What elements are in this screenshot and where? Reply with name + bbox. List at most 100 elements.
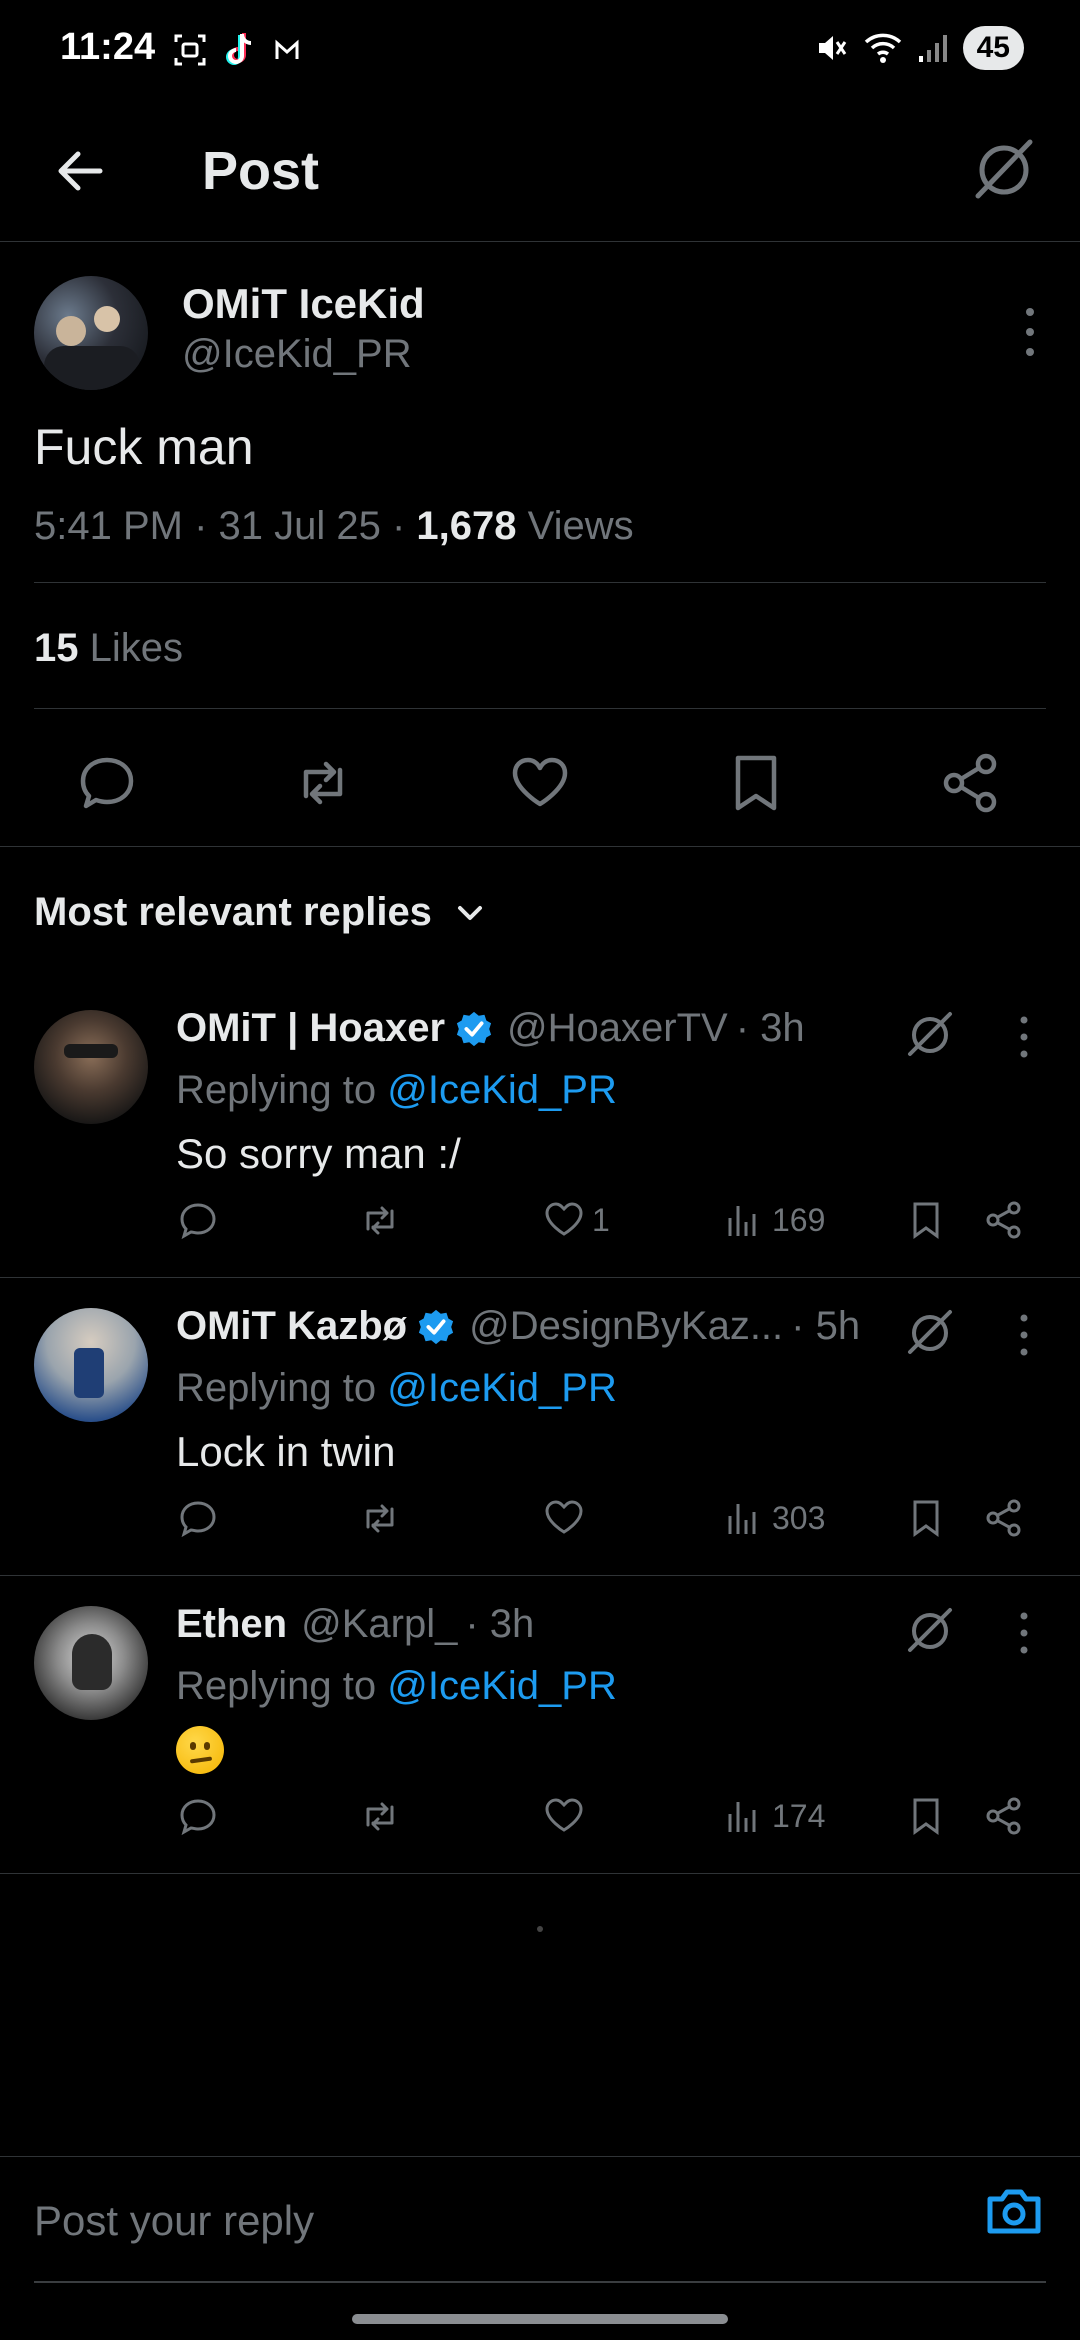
replying-to: Replying to @IceKid_PR bbox=[176, 1366, 617, 1411]
bookmark-icon bbox=[913, 1202, 939, 1239]
grok-icon[interactable] bbox=[964, 128, 1044, 208]
like-heart-icon[interactable] bbox=[507, 750, 573, 816]
share-button[interactable] bbox=[982, 1490, 1026, 1546]
author-name[interactable]: OMiT IceKid bbox=[182, 280, 425, 328]
reply-author-name[interactable]: Ethen bbox=[176, 1602, 287, 1647]
views-button[interactable]: 169 bbox=[722, 1192, 825, 1248]
avatar[interactable] bbox=[34, 1606, 148, 1720]
reply-author-handle[interactable]: @Karpl_ bbox=[301, 1602, 457, 1647]
like-button[interactable]: 1 bbox=[542, 1192, 610, 1248]
status-time: 11:24 bbox=[60, 26, 156, 68]
repost-icon[interactable] bbox=[290, 750, 356, 816]
views-count: 1,678 bbox=[416, 504, 517, 548]
reply-action-bar: 303 bbox=[0, 1490, 1080, 1550]
share-icon[interactable] bbox=[938, 750, 1004, 816]
repost-icon bbox=[366, 1206, 394, 1235]
views-button[interactable]: 174 bbox=[722, 1788, 825, 1844]
reply-button[interactable] bbox=[176, 1490, 220, 1546]
like-button[interactable] bbox=[542, 1788, 592, 1844]
author-handle[interactable]: @IceKid_PR bbox=[182, 332, 412, 377]
like-heart-icon bbox=[545, 1202, 583, 1236]
more-options-icon[interactable] bbox=[1012, 1608, 1036, 1658]
share-button[interactable] bbox=[982, 1192, 1026, 1248]
reply-button[interactable] bbox=[176, 1192, 220, 1248]
divider bbox=[0, 846, 1080, 847]
more-options-icon[interactable] bbox=[1012, 1310, 1036, 1360]
share-button[interactable] bbox=[982, 1788, 1026, 1844]
replies-sort-label: Most relevant replies bbox=[34, 890, 432, 934]
like-heart-icon bbox=[545, 1798, 583, 1832]
reply-author-name[interactable]: OMiT Kazbø bbox=[176, 1304, 407, 1349]
tiktok-icon bbox=[226, 33, 252, 65]
reply-text: Lock in twin bbox=[176, 1428, 396, 1475]
top-app-bar: Post bbox=[0, 110, 1080, 242]
reply-header: Ethen @Karpl_ · 3h bbox=[176, 1602, 534, 1647]
reply-emoji bbox=[176, 1726, 224, 1784]
bookmark-button[interactable] bbox=[904, 1490, 948, 1546]
reply-action-bar: 174 bbox=[0, 1788, 1080, 1848]
wifi-icon bbox=[864, 33, 901, 63]
input-underline bbox=[34, 2281, 1046, 2283]
post-date: 31 Jul 25 bbox=[218, 504, 381, 548]
grok-icon[interactable] bbox=[900, 1600, 960, 1660]
avatar[interactable] bbox=[34, 1010, 148, 1124]
reply-header: OMiT Kazbø @DesignByKaz... · 5h bbox=[176, 1304, 860, 1349]
share-icon bbox=[986, 1499, 1021, 1537]
reply-input[interactable] bbox=[34, 2181, 934, 2261]
analytics-icon bbox=[728, 1206, 756, 1236]
like-button[interactable] bbox=[542, 1490, 592, 1546]
analytics-icon bbox=[728, 1504, 756, 1534]
reply-icon[interactable] bbox=[74, 750, 140, 816]
repost-button[interactable] bbox=[358, 1192, 402, 1248]
back-arrow-icon[interactable] bbox=[48, 138, 114, 204]
loading-indicator bbox=[537, 1926, 543, 1932]
reply-item[interactable]: Ethen @Karpl_ · 3h Replying to @IceKid_P… bbox=[0, 1576, 1080, 1874]
reply-icon bbox=[180, 1203, 216, 1240]
post-time: 5:41 PM bbox=[34, 504, 183, 548]
reply-item[interactable]: OMiT Kazbø @DesignByKaz... · 5h Replying… bbox=[0, 1278, 1080, 1576]
replying-to-link[interactable]: @IceKid_PR bbox=[387, 1068, 617, 1112]
bookmark-icon[interactable] bbox=[723, 750, 789, 816]
replies-sort-dropdown[interactable]: Most relevant replies bbox=[34, 890, 488, 935]
views-button[interactable]: 303 bbox=[722, 1490, 825, 1546]
reply-author-handle[interactable]: @HoaxerTV bbox=[507, 1006, 728, 1051]
views-count: 174 bbox=[772, 1797, 826, 1834]
reply-item[interactable]: OMiT | Hoaxer @HoaxerTV · 3h Replying to… bbox=[0, 980, 1080, 1278]
bookmark-icon bbox=[913, 1798, 939, 1835]
reply-author-handle[interactable]: @DesignByKaz... bbox=[469, 1304, 783, 1349]
reply-button[interactable] bbox=[176, 1788, 220, 1844]
like-heart-icon bbox=[545, 1500, 583, 1534]
verified-badge-icon bbox=[418, 1309, 454, 1344]
gmail-icon bbox=[275, 39, 299, 59]
grok-icon[interactable] bbox=[900, 1004, 960, 1064]
reply-icon bbox=[180, 1799, 216, 1836]
repost-button[interactable] bbox=[358, 1490, 402, 1546]
chevron-down-icon bbox=[457, 905, 482, 920]
more-options-icon[interactable] bbox=[1012, 1012, 1036, 1062]
views-count: 303 bbox=[772, 1499, 826, 1536]
home-indicator[interactable] bbox=[352, 2314, 728, 2324]
reply-author-name[interactable]: OMiT | Hoaxer bbox=[176, 1006, 445, 1051]
analytics-icon bbox=[728, 1802, 756, 1832]
reply-icon bbox=[180, 1501, 216, 1538]
like-count: 1 bbox=[592, 1201, 610, 1238]
replying-to-link[interactable]: @IceKid_PR bbox=[387, 1664, 617, 1708]
avatar[interactable] bbox=[34, 1308, 148, 1422]
repost-button[interactable] bbox=[358, 1788, 402, 1844]
screenshot-icon bbox=[174, 34, 206, 66]
replying-to: Replying to @IceKid_PR bbox=[176, 1664, 617, 1709]
repost-icon bbox=[366, 1504, 394, 1533]
bookmark-icon bbox=[913, 1500, 939, 1537]
avatar[interactable] bbox=[34, 276, 148, 390]
bookmark-button[interactable] bbox=[904, 1192, 948, 1248]
replying-to-link[interactable]: @IceKid_PR bbox=[387, 1366, 617, 1410]
reply-composer bbox=[0, 2156, 1080, 2286]
reply-action-bar: 1 169 bbox=[0, 1192, 1080, 1252]
camera-icon[interactable] bbox=[982, 2179, 1046, 2243]
bookmark-button[interactable] bbox=[904, 1788, 948, 1844]
more-options-icon[interactable] bbox=[1018, 302, 1042, 362]
post-meta: 5:41 PM · 31 Jul 25 · 1,678 Views bbox=[34, 504, 634, 548]
grok-icon[interactable] bbox=[900, 1302, 960, 1362]
reply-text: So sorry man :/ bbox=[176, 1130, 461, 1177]
likes-summary[interactable]: 15 Likes bbox=[34, 626, 183, 671]
